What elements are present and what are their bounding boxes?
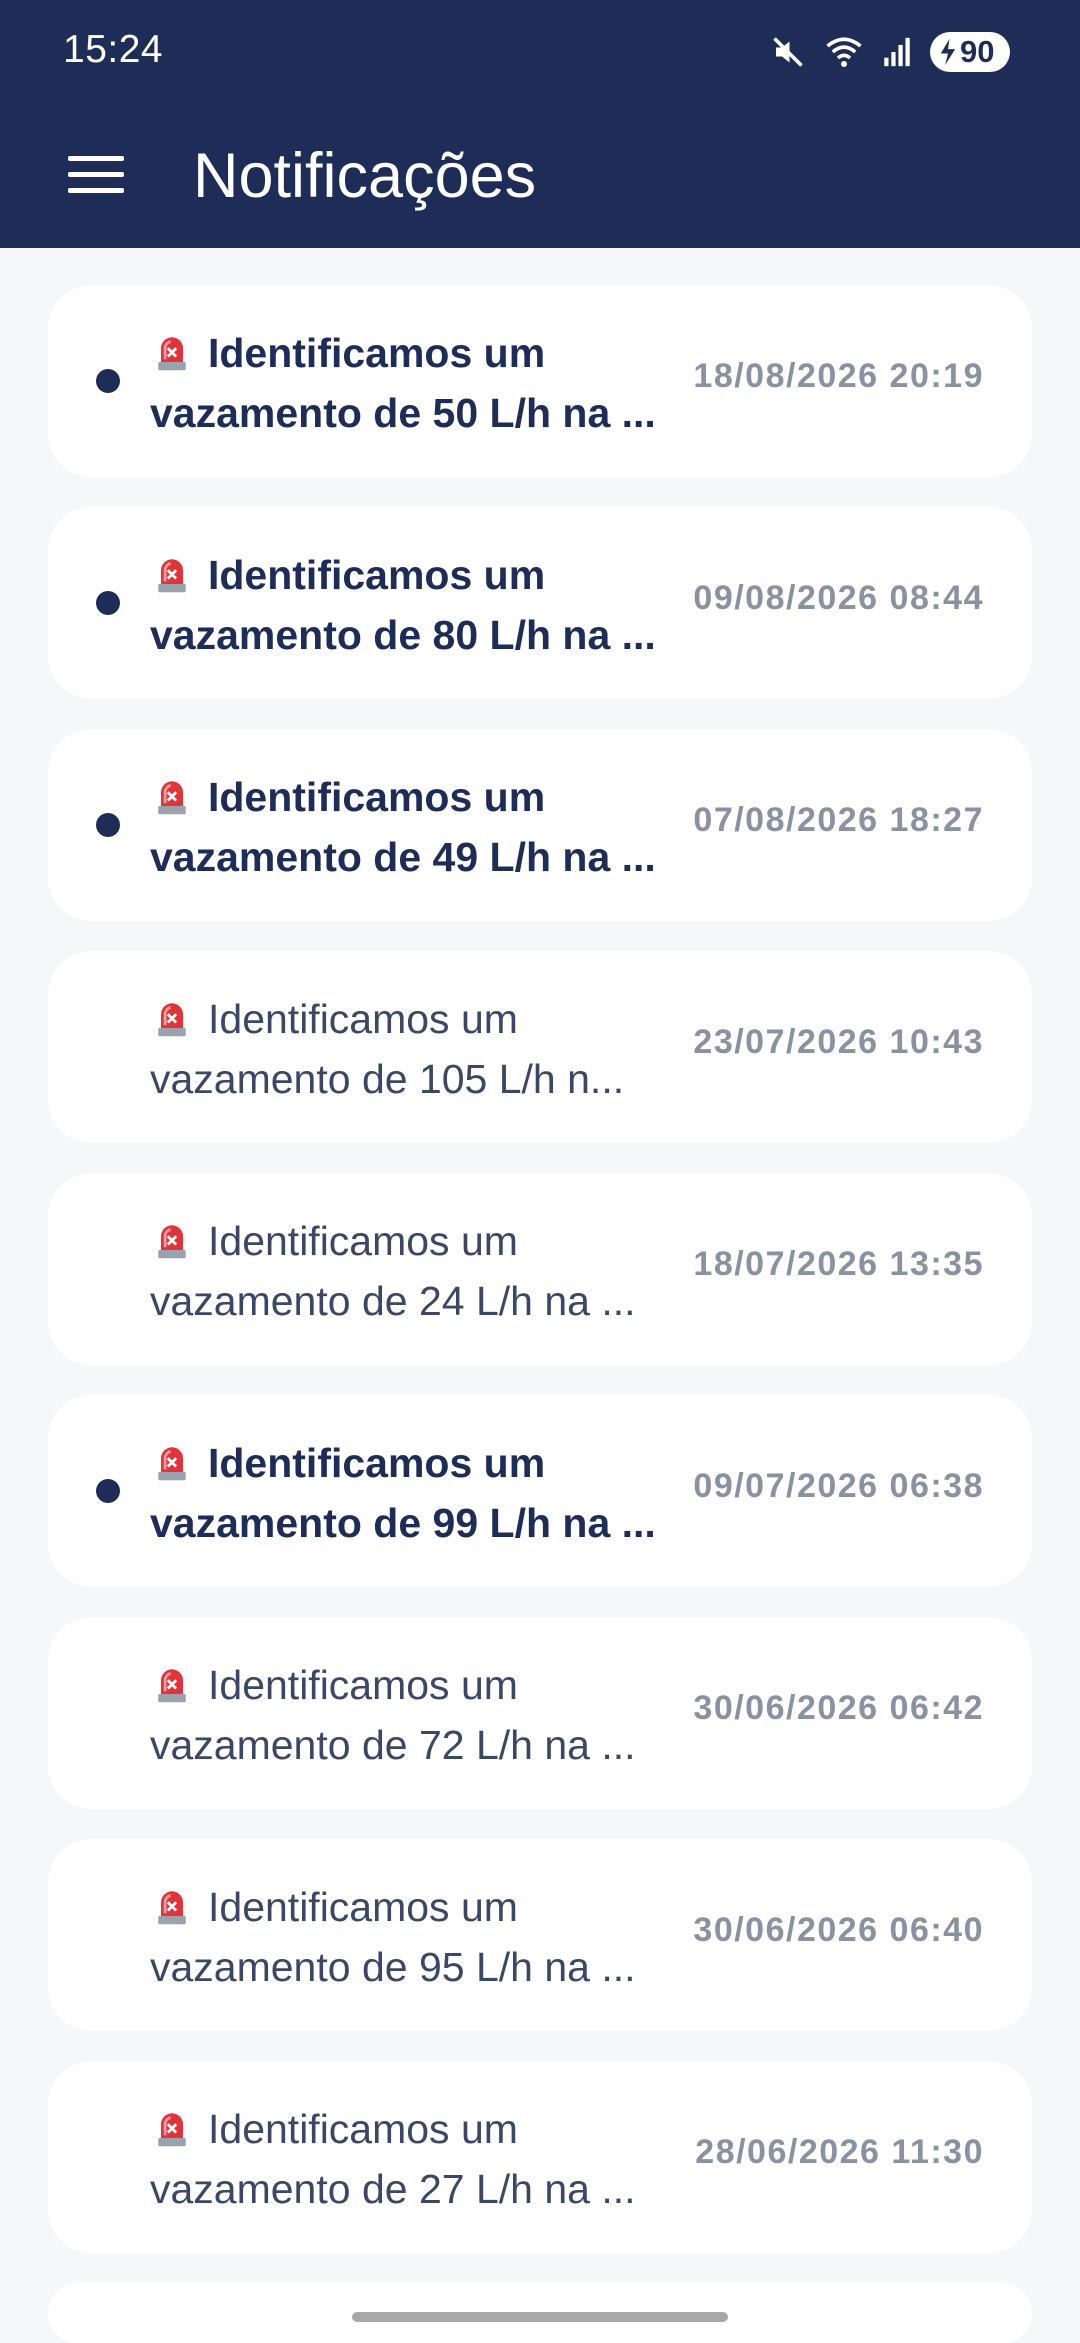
notification-line2: vazamento de 99 L/h na ... bbox=[150, 1500, 656, 1546]
notification-item[interactable]: Identificamos um vazamento de 95 L/h na .… bbox=[48, 1839, 1032, 2031]
notification-line1: Identificamos um bbox=[208, 2106, 518, 2152]
battery-level: 90 bbox=[960, 34, 995, 69]
siren-icon bbox=[150, 774, 208, 820]
siren-icon bbox=[150, 1884, 208, 1930]
notification-item[interactable]: Identificamos um vazamento de 99 L/h na .… bbox=[48, 1395, 1032, 1587]
notification-item[interactable]: Identificamos um vazamento de 24 L/h na .… bbox=[48, 1173, 1032, 1365]
battery-indicator: 90 bbox=[930, 32, 1010, 72]
notification-message: Identificamos um vazamento de 80 L/h na .… bbox=[150, 545, 710, 665]
notification-line1: Identificamos um bbox=[208, 1440, 546, 1486]
notification-item[interactable]: Identificamos um vazamento de 80 L/h na .… bbox=[48, 507, 1032, 699]
notification-line1: Identificamos um bbox=[208, 1218, 518, 1264]
notification-line1: Identificamos um bbox=[208, 774, 546, 820]
notification-date: 09/07/2026 06:38 bbox=[693, 1467, 984, 1505]
notification-line1: Identificamos um bbox=[208, 1884, 518, 1930]
siren-icon bbox=[150, 330, 208, 376]
notification-line1: Identificamos um bbox=[208, 552, 546, 598]
status-icons: 90 bbox=[770, 30, 1010, 74]
notification-date: 09/08/2026 08:44 bbox=[693, 579, 984, 617]
unread-dot bbox=[96, 1479, 120, 1503]
notification-date: 30/06/2026 06:42 bbox=[693, 1689, 984, 1727]
mute-icon bbox=[770, 34, 806, 70]
notification-message: Identificamos um vazamento de 99 L/h na .… bbox=[150, 1433, 710, 1553]
notification-item[interactable]: Identificamos um vazamento de 72 L/h na .… bbox=[48, 1617, 1032, 1809]
notification-line1: Identificamos um bbox=[208, 330, 546, 376]
siren-icon bbox=[150, 1440, 208, 1486]
notification-item[interactable]: Identificamos um vazamento de 105 L/h n..… bbox=[48, 951, 1032, 1143]
header: 15:24 90 Notificações bbox=[0, 0, 1080, 248]
notification-line2: vazamento de 95 L/h na ... bbox=[150, 1944, 636, 1990]
home-indicator[interactable] bbox=[352, 2312, 728, 2322]
app-bar: Notificações bbox=[0, 104, 1080, 248]
status-bar: 15:24 90 bbox=[0, 0, 1080, 104]
wifi-icon bbox=[824, 34, 864, 70]
signal-icon bbox=[882, 35, 912, 69]
siren-icon bbox=[150, 996, 208, 1042]
siren-icon bbox=[150, 552, 208, 598]
notification-line2: vazamento de 49 L/h na ... bbox=[150, 834, 656, 880]
notification-message: Identificamos um vazamento de 24 L/h na .… bbox=[150, 1211, 710, 1331]
notification-item[interactable]: Identificamos um vazamento de 50 L/h na .… bbox=[48, 285, 1032, 477]
notification-line2: vazamento de 50 L/h na ... bbox=[150, 390, 656, 436]
status-time: 15:24 bbox=[63, 28, 164, 71]
notification-date: 18/07/2026 13:35 bbox=[693, 1245, 984, 1283]
hamburger-menu-icon[interactable] bbox=[58, 136, 134, 212]
notification-message: Identificamos um vazamento de 27 L/h na .… bbox=[150, 2099, 710, 2219]
notification-message: Identificamos um vazamento de 105 L/h n..… bbox=[150, 989, 710, 1109]
siren-icon bbox=[150, 2106, 208, 2152]
notification-line2: vazamento de 72 L/h na ... bbox=[150, 1722, 636, 1768]
notification-message: Identificamos um vazamento de 49 L/h na .… bbox=[150, 767, 710, 887]
notification-message: Identificamos um vazamento de 50 L/h na .… bbox=[150, 323, 710, 443]
notification-date: 18/08/2026 20:19 bbox=[693, 357, 984, 395]
notification-item[interactable]: Identificamos um vazamento de 27 L/h na .… bbox=[48, 2061, 1032, 2253]
siren-icon bbox=[150, 1218, 208, 1264]
notification-item[interactable]: Identificamos um vazamento de 49 L/h na .… bbox=[48, 729, 1032, 921]
notification-line2: vazamento de 24 L/h na ... bbox=[150, 1278, 636, 1324]
notification-line2: vazamento de 105 L/h n... bbox=[150, 1056, 625, 1102]
notification-message: Identificamos um vazamento de 72 L/h na .… bbox=[150, 1655, 710, 1775]
notification-line2: vazamento de 80 L/h na ... bbox=[150, 612, 656, 658]
unread-dot bbox=[96, 591, 120, 615]
notification-date: 23/07/2026 10:43 bbox=[693, 1023, 984, 1061]
notification-list: Identificamos um vazamento de 50 L/h na .… bbox=[48, 285, 1032, 2343]
notification-line1: Identificamos um bbox=[208, 1662, 518, 1708]
notification-date: 30/06/2026 06:40 bbox=[693, 1911, 984, 1949]
notification-message: Identificamos um vazamento de 95 L/h na .… bbox=[150, 1877, 710, 1997]
battery-charging-icon bbox=[938, 39, 958, 65]
notification-line1: Identificamos um bbox=[208, 996, 518, 1042]
unread-dot bbox=[96, 369, 120, 393]
notification-date: 28/06/2026 11:30 bbox=[695, 2133, 984, 2171]
notification-line2: vazamento de 27 L/h na ... bbox=[150, 2166, 636, 2212]
page-title: Notificações bbox=[193, 141, 537, 211]
siren-icon bbox=[150, 1662, 208, 1708]
unread-dot bbox=[96, 813, 120, 837]
notification-date: 07/08/2026 18:27 bbox=[693, 801, 984, 839]
